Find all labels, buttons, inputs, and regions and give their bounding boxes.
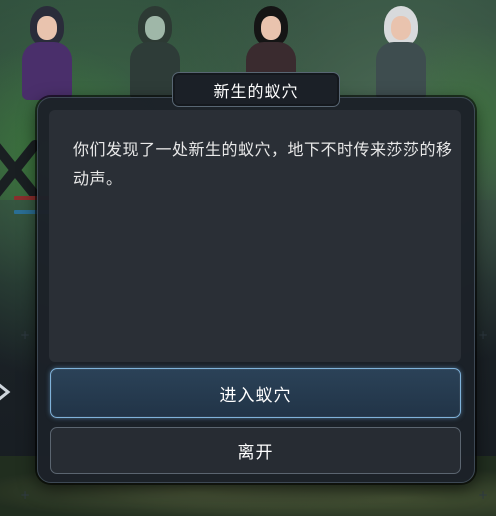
hero-face bbox=[145, 16, 165, 40]
grid-plus-marker: + bbox=[478, 328, 489, 342]
grid-plus-marker: + bbox=[20, 328, 31, 342]
hero-face bbox=[391, 16, 411, 40]
dialog-message: 你们发现了一处新生的蚁穴，地下不时传来莎莎的移动声。 bbox=[73, 140, 453, 188]
leave-button[interactable]: 离开 bbox=[50, 427, 461, 474]
hero-face bbox=[37, 16, 57, 40]
chevron-right-icon bbox=[0, 383, 11, 401]
hero-portrait-1 bbox=[12, 0, 82, 100]
hero-face bbox=[261, 16, 281, 40]
dialog-title: 新生的蚁穴 bbox=[172, 72, 340, 107]
hero-body bbox=[22, 42, 72, 100]
grid-plus-marker: + bbox=[478, 488, 489, 502]
hero-body bbox=[376, 42, 426, 100]
enter-nest-button[interactable]: 进入蚁穴 bbox=[50, 368, 461, 418]
grid-plus-marker: + bbox=[20, 488, 31, 502]
hero-portrait-4 bbox=[366, 0, 436, 100]
